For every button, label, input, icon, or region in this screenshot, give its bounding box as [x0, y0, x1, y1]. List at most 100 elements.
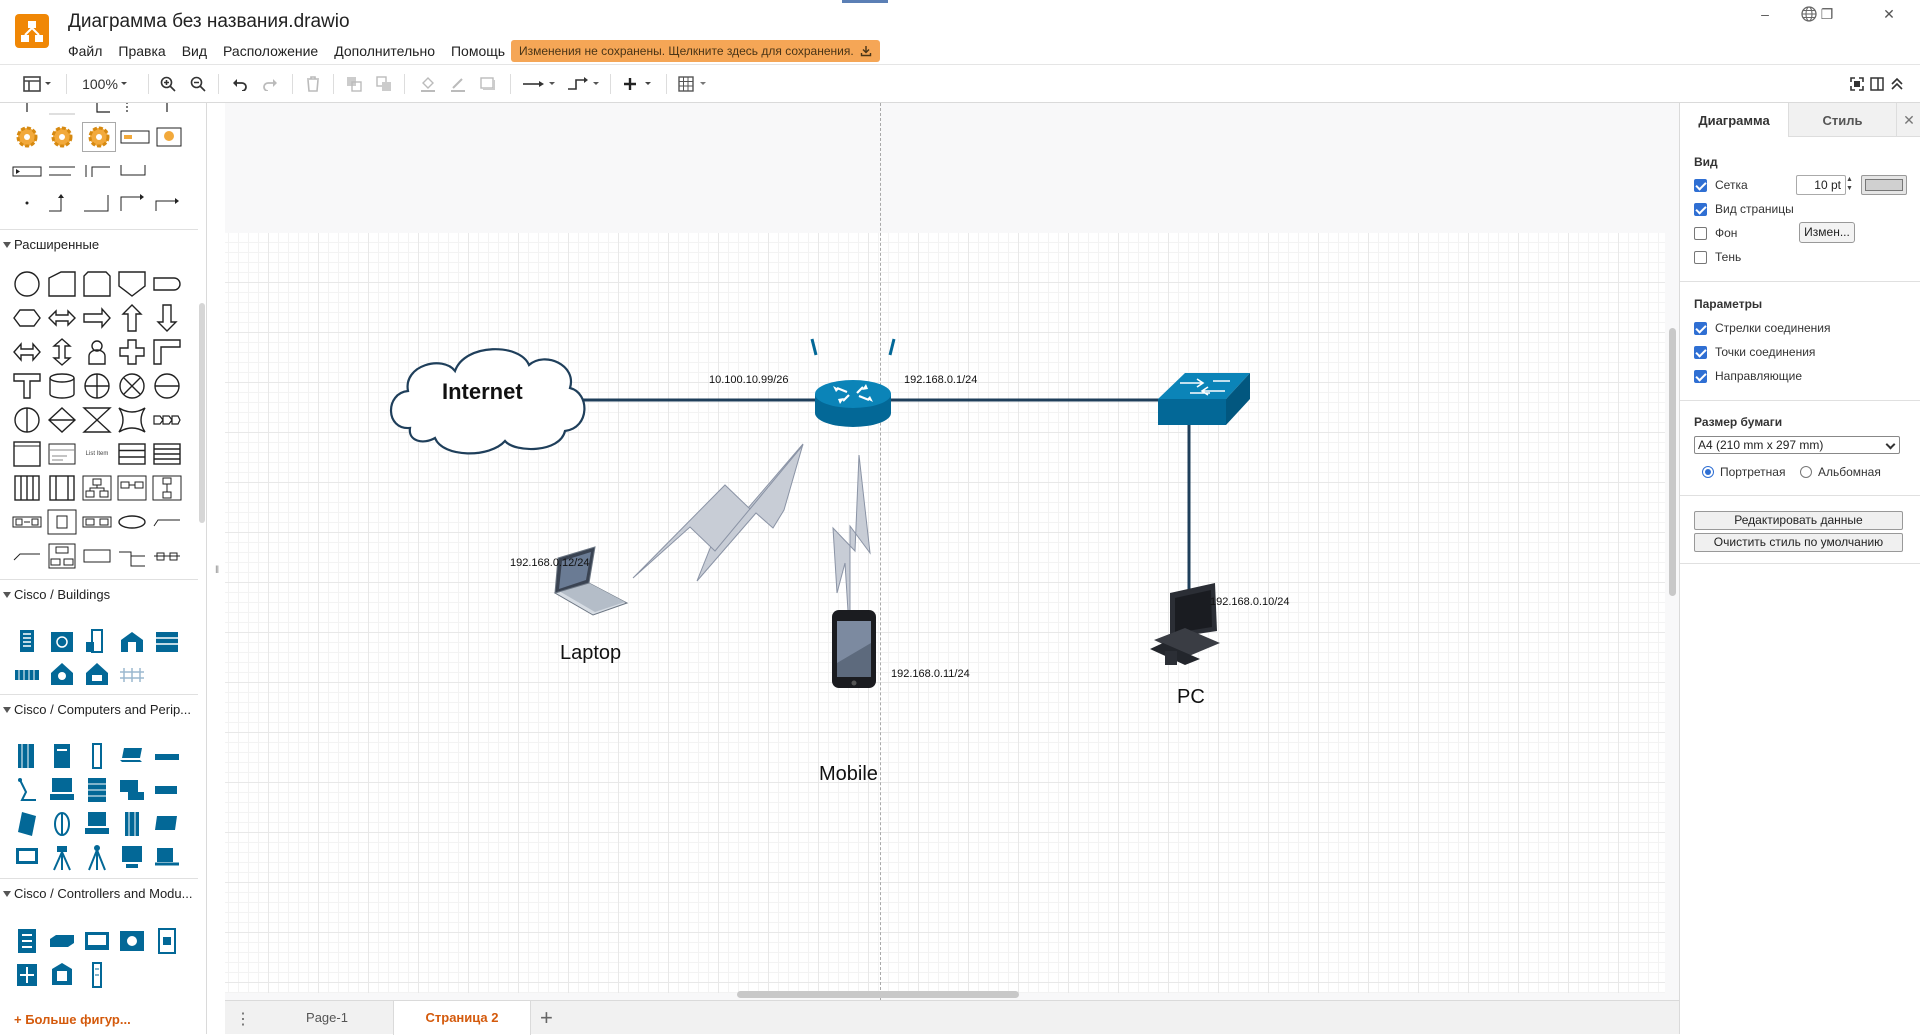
section-cisco-computers[interactable]: Cisco / Computers and Perip...	[0, 694, 198, 724]
terminator-shape[interactable]	[10, 303, 44, 333]
org-chart-shape[interactable]	[45, 541, 79, 571]
bracket-shape[interactable]	[115, 541, 149, 571]
org-chart-shape[interactable]	[115, 473, 149, 503]
cisco-scanner-icon[interactable]	[45, 809, 79, 839]
bracket-shape[interactable]	[115, 156, 149, 186]
arrow-block-shape[interactable]	[10, 156, 44, 186]
switch-icon[interactable]	[1158, 373, 1250, 425]
cisco-building-icon[interactable]	[80, 626, 114, 656]
close-icon[interactable]: ✕	[1896, 103, 1920, 137]
connection-arrows-checkbox[interactable]: Стрелки соединения	[1694, 321, 1830, 335]
arrow-right-shape[interactable]	[80, 303, 114, 333]
document-title[interactable]: Диаграмма без названия.drawio	[68, 11, 350, 33]
tab-page-1[interactable]: Page-1	[263, 1001, 391, 1035]
double-arrow-shape[interactable]	[10, 337, 44, 367]
chevron-chain-shape[interactable]	[150, 405, 184, 435]
clear-default-style-button[interactable]: Очистить стиль по умолчанию	[1694, 533, 1903, 552]
circle-shape[interactable]	[10, 269, 44, 299]
cisco-laptop-icon[interactable]	[115, 741, 149, 771]
cisco-module-icon[interactable]	[115, 926, 149, 956]
double-arrow-vertical-shape[interactable]	[45, 337, 79, 367]
redo-icon[interactable]	[260, 73, 280, 95]
zoom-out-icon[interactable]	[188, 73, 208, 95]
sidebar-scrollbar[interactable]	[199, 303, 205, 523]
gear-shape-icon[interactable]	[82, 122, 116, 152]
line-ellipse-shape[interactable]	[150, 371, 184, 401]
router-icon[interactable]	[810, 338, 896, 427]
gear-shape-icon[interactable]	[45, 122, 79, 152]
container-shape[interactable]	[80, 507, 114, 537]
container-shape[interactable]	[10, 507, 44, 537]
restore-icon[interactable]: ❐	[1796, 0, 1858, 28]
checkbox-unchecked[interactable]	[1694, 250, 1707, 264]
portrait-radio[interactable]: Портретная	[1702, 465, 1785, 479]
checkbox-unchecked[interactable]	[1694, 226, 1707, 240]
arrow-down-shape[interactable]	[150, 303, 184, 333]
checkbox-checked[interactable]	[1694, 345, 1707, 359]
fill-color-icon[interactable]	[418, 73, 438, 95]
cisco-tablet-icon[interactable]	[10, 809, 44, 839]
pool-shape[interactable]	[10, 473, 44, 503]
menu-extras[interactable]: Дополнительно	[326, 41, 443, 61]
cisco-controller-icon[interactable]	[10, 960, 44, 990]
cisco-accesspoint-icon[interactable]	[10, 775, 44, 805]
cisco-module-icon[interactable]	[45, 926, 79, 956]
cisco-building-icon[interactable]	[150, 626, 184, 656]
line-shape[interactable]	[10, 541, 44, 571]
checkbox-checked[interactable]	[1694, 178, 1707, 192]
radio-selected[interactable]	[1702, 466, 1714, 478]
cisco-tripod-icon[interactable]	[80, 843, 114, 873]
guides-checkbox[interactable]: Направляющие	[1694, 369, 1802, 383]
tab-page-2[interactable]: Страница 2	[393, 1001, 531, 1035]
bracket-shape[interactable]	[80, 156, 114, 186]
minimize-icon[interactable]: –	[1734, 0, 1796, 28]
mobile-phone-icon[interactable]	[832, 610, 876, 688]
section-cisco-buildings[interactable]: Cisco / Buildings	[0, 579, 198, 609]
sidebar-resize-handle[interactable]: ‖	[215, 565, 219, 576]
connection-icon[interactable]	[522, 73, 556, 95]
sort-shape[interactable]	[45, 405, 79, 435]
add-page-icon[interactable]: +	[540, 1005, 553, 1031]
delay-shape[interactable]	[150, 269, 184, 299]
fullscreen-icon[interactable]	[1849, 73, 1865, 95]
offpage-shape[interactable]	[115, 269, 149, 299]
step-line-shape[interactable]	[115, 188, 149, 218]
collapse-icon[interactable]	[1889, 73, 1905, 95]
to-front-icon[interactable]	[344, 73, 364, 95]
radio-unselected[interactable]	[1800, 466, 1812, 478]
cylinder-shape[interactable]	[45, 371, 79, 401]
section-cisco-controllers[interactable]: Cisco / Controllers and Modu...	[0, 878, 198, 908]
table-shape[interactable]	[115, 439, 149, 469]
line-color-icon[interactable]	[448, 73, 468, 95]
cisco-server-rack-icon[interactable]	[80, 775, 114, 805]
process-block-shape[interactable]	[152, 122, 186, 152]
zoom-in-icon[interactable]	[158, 73, 178, 95]
actor-shape[interactable]	[80, 337, 114, 367]
list-item-shape[interactable]: List Item	[80, 439, 114, 469]
menu-help[interactable]: Помощь	[443, 41, 513, 61]
cisco-mainframe-icon[interactable]	[115, 809, 149, 839]
format-toggle-icon[interactable]	[1869, 73, 1885, 95]
tab-style[interactable]: Стиль	[1788, 103, 1896, 137]
cisco-pc-icon[interactable]	[115, 843, 149, 873]
cisco-building-icon[interactable]	[45, 659, 79, 689]
format-panel-icon[interactable]	[20, 73, 56, 95]
cisco-building-icon[interactable]	[80, 659, 114, 689]
grid-size-spinner[interactable]: ▲ ▼	[1846, 175, 1855, 195]
cisco-server-icon[interactable]	[10, 741, 44, 771]
cisco-monitor-icon[interactable]	[10, 843, 44, 873]
cisco-controller-icon[interactable]	[10, 926, 44, 956]
connection-points-checkbox[interactable]: Точки соединения	[1694, 345, 1815, 359]
rounded-rect-shape[interactable]	[80, 269, 114, 299]
table-icon[interactable]	[678, 73, 712, 95]
cisco-monitor-icon[interactable]	[150, 809, 184, 839]
cisco-server-icon[interactable]	[45, 741, 79, 771]
grid-checkbox[interactable]: Сетка	[1694, 178, 1748, 192]
cisco-terminal-icon[interactable]	[150, 775, 184, 805]
section-advanced[interactable]: Расширенные	[0, 229, 198, 259]
menu-view[interactable]: Вид	[174, 41, 215, 61]
rect-shape[interactable]	[80, 541, 114, 571]
checkbox-checked[interactable]	[1694, 321, 1707, 335]
background-change-button[interactable]: Измен...	[1799, 222, 1855, 243]
edit-data-button[interactable]: Редактировать данные	[1694, 511, 1903, 530]
